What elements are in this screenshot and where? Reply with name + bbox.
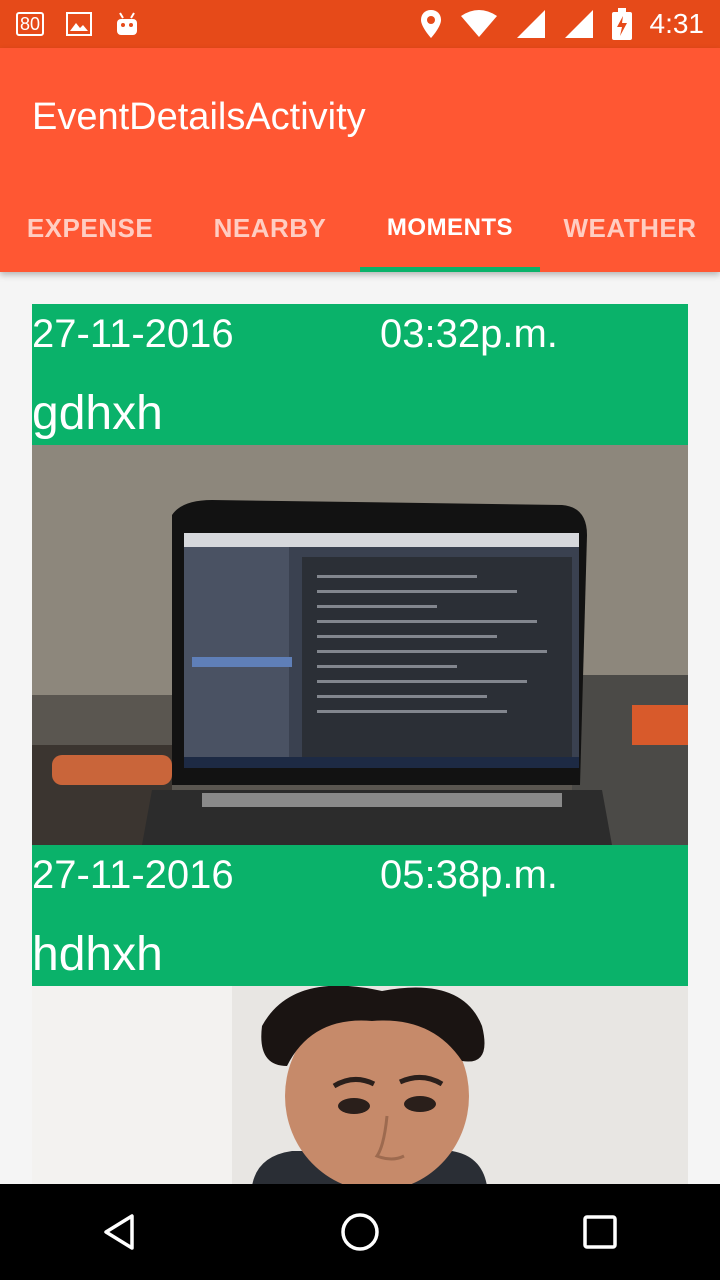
recents-button[interactable]: [560, 1192, 640, 1272]
location-icon: [420, 10, 441, 38]
tab-bar: EXPENSE NEARBY MOMENTS WEATHER: [0, 184, 720, 272]
page-title: EventDetailsActivity: [32, 96, 366, 138]
tab-moments[interactable]: MOMENTS: [360, 184, 540, 272]
battery-charging-icon: [611, 8, 632, 40]
signal-icon: [564, 10, 593, 38]
moment-time: 05:38p.m.: [380, 853, 558, 897]
back-icon: [104, 1214, 134, 1250]
moment-header: 27-11-2016 05:38p.m. hdhxh: [32, 845, 688, 986]
moment-caption: gdhxh: [32, 387, 163, 440]
tab-nearby[interactable]: NEARBY: [180, 184, 360, 272]
home-button[interactable]: [320, 1192, 400, 1272]
status-bar: 80 4:31: [0, 0, 720, 48]
tab-expense[interactable]: EXPENSE: [0, 184, 180, 272]
laptop-photo[interactable]: [32, 445, 688, 845]
list-item[interactable]: 27-11-2016 03:32p.m. gdhxh: [32, 304, 688, 845]
wifi-icon: [460, 10, 497, 37]
tab-weather[interactable]: WEATHER: [540, 184, 720, 272]
moment-date: 27-11-2016: [32, 312, 234, 356]
android-icon: [117, 12, 138, 35]
recents-icon: [583, 1215, 617, 1249]
moment-header: 27-11-2016 03:32p.m. gdhxh: [32, 304, 688, 445]
moment-caption: hdhxh: [32, 928, 163, 981]
back-button[interactable]: [80, 1192, 160, 1272]
battery-saver-label: 80: [20, 13, 41, 34]
list-item[interactable]: 27-11-2016 05:38p.m. hdhxh: [32, 845, 688, 1184]
app-bar: EventDetailsActivity EXPENSE NEARBY MOME…: [0, 48, 720, 272]
battery-80-icon: 80: [16, 12, 45, 36]
moment-time: 03:32p.m.: [380, 312, 558, 356]
signal-icon: [516, 10, 545, 38]
face-photo[interactable]: [32, 986, 688, 1184]
moment-date: 27-11-2016: [32, 853, 234, 897]
image-icon: [66, 12, 93, 36]
status-clock: 4:31: [649, 8, 705, 39]
navigation-bar: [0, 1184, 720, 1280]
moments-list[interactable]: 27-11-2016 03:32p.m. gdhxh 27-11-2016 05…: [32, 304, 688, 1184]
home-icon: [341, 1213, 379, 1251]
